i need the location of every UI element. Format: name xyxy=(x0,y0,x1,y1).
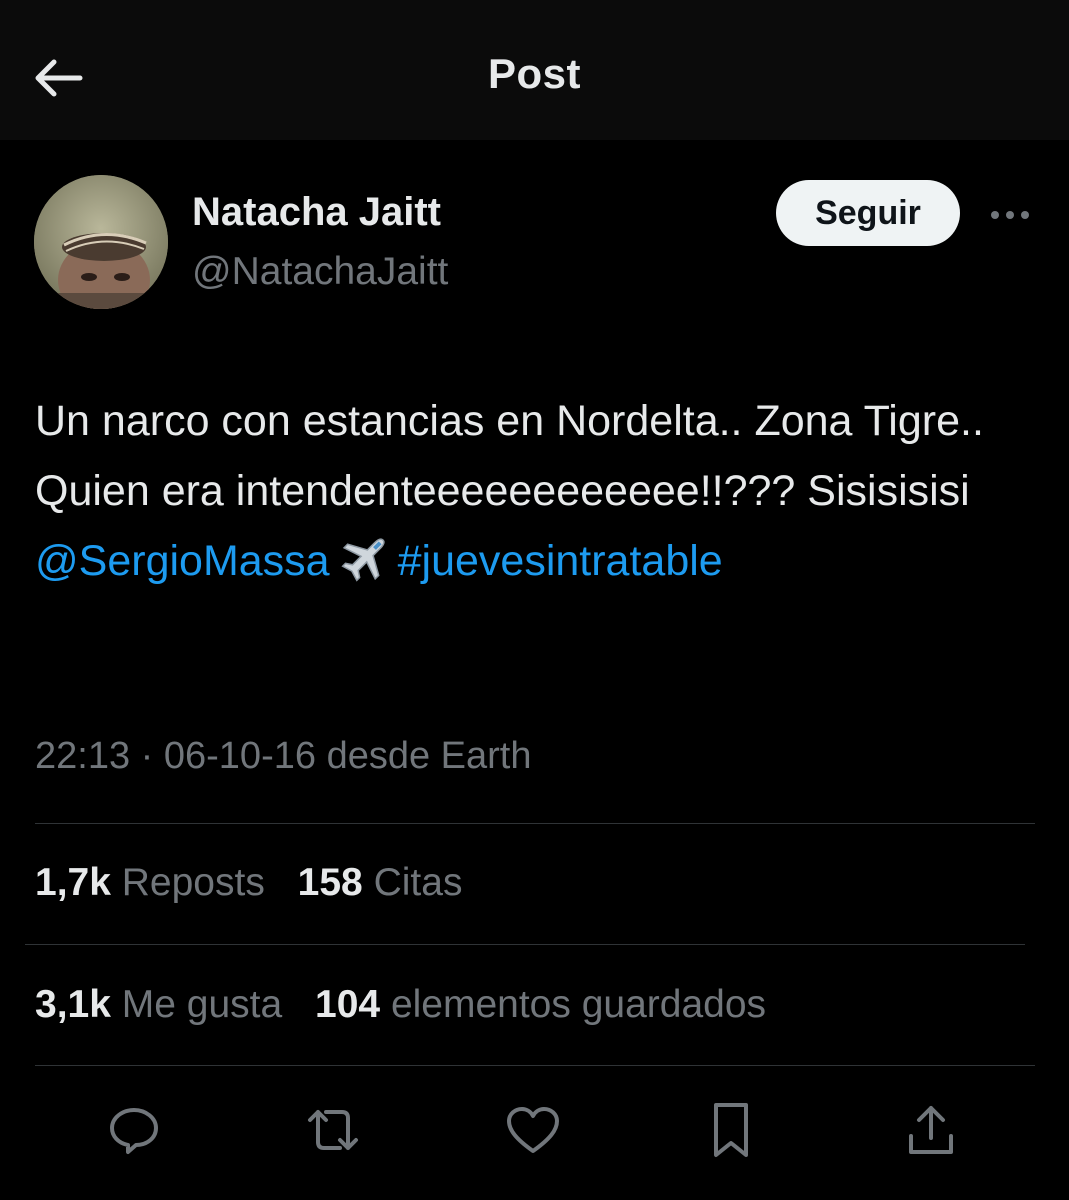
reply-icon xyxy=(110,1108,158,1154)
more-options-button[interactable] xyxy=(985,195,1035,235)
author-name[interactable]: Natacha Jaitt xyxy=(192,190,441,235)
divider xyxy=(35,823,1035,824)
reply-button[interactable] xyxy=(99,1095,169,1165)
meta-separator: · xyxy=(140,735,154,777)
airplane-icon xyxy=(341,538,385,582)
hashtag-link[interactable]: #juevesintratable xyxy=(398,537,723,585)
quotes-stat[interactable]: 158 Citas xyxy=(298,861,463,905)
repost-button[interactable] xyxy=(298,1095,368,1165)
repost-icon xyxy=(308,1110,358,1150)
divider xyxy=(25,944,1025,945)
tweet-text: Un narco con estancias en Nordelta.. Zon… xyxy=(35,386,1035,596)
reposts-count: 1,7k xyxy=(35,861,111,904)
bookmarks-label: elementos guardados xyxy=(390,983,767,1026)
tweet-source: desde Earth xyxy=(326,735,532,777)
likes-stat[interactable]: 3,1k Me gusta xyxy=(35,983,282,1027)
quotes-count: 158 xyxy=(297,861,363,904)
tweet-time[interactable]: 22:13 xyxy=(35,735,130,777)
follow-button[interactable]: Seguir xyxy=(776,180,960,246)
reposts-label: Reposts xyxy=(121,861,265,904)
top-bar: Post xyxy=(0,0,1069,140)
page-title: Post xyxy=(487,50,581,97)
reposts-stat[interactable]: 1,7k Reposts xyxy=(35,861,265,905)
likes-label: Me gusta xyxy=(121,983,283,1026)
bookmark-button[interactable] xyxy=(696,1095,766,1165)
quotes-label: Citas xyxy=(373,861,463,904)
stats-row-reposts: 1,7k Reposts 158 Citas xyxy=(35,861,484,905)
mention-link[interactable]: @SergioMassa xyxy=(35,537,330,585)
like-icon xyxy=(507,1107,559,1153)
tweet-date[interactable]: 06-10-16 xyxy=(164,735,316,777)
more-horizontal-icon xyxy=(991,211,1029,219)
avatar[interactable] xyxy=(34,175,168,309)
bookmark-icon xyxy=(714,1103,748,1157)
action-bar xyxy=(0,1095,1069,1165)
share-button[interactable] xyxy=(896,1095,966,1165)
avatar-image xyxy=(34,175,168,309)
divider xyxy=(35,1065,1035,1066)
like-button[interactable] xyxy=(498,1095,568,1165)
tweet-body: Un narco con estancias en Nordelta.. Zon… xyxy=(35,397,984,515)
stats-row-likes: 3,1k Me gusta 104 elementos guardados xyxy=(35,983,788,1027)
likes-count: 3,1k xyxy=(35,983,111,1026)
bookmarks-count: 104 xyxy=(315,983,381,1026)
bookmarks-stat[interactable]: 104 elementos guardados xyxy=(315,983,766,1027)
share-icon xyxy=(909,1106,953,1154)
tweet-meta: 22:13 · 06-10-16 desde Earth xyxy=(35,735,531,778)
author-handle[interactable]: @NatachaJaitt xyxy=(192,250,448,294)
